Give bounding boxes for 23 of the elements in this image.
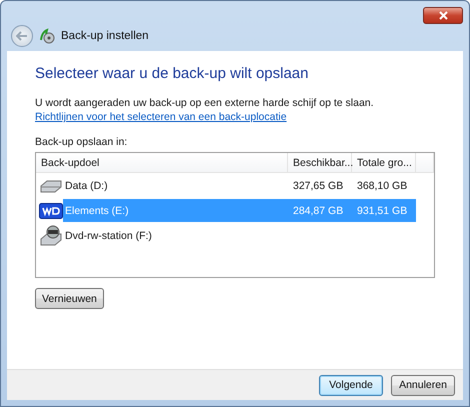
back-arrow-icon	[16, 31, 28, 41]
close-icon	[438, 11, 448, 20]
list-label: Back-up opslaan in:	[35, 136, 128, 148]
available-space: 327,65 GB	[292, 178, 344, 194]
available-space: 284,87 GB	[288, 199, 352, 222]
drive-name[interactable]: Dvd-rw-station (F:)	[63, 224, 288, 247]
cancel-button[interactable]: Annuleren	[391, 374, 455, 396]
column-header[interactable]: Back-updoel	[36, 153, 288, 172]
column-header[interactable]: Beschikbar...	[288, 153, 352, 172]
drive-name[interactable]: Data (D:)	[63, 174, 288, 197]
window-title: Back-up instellen	[61, 30, 149, 42]
drive-logo-icon	[39, 202, 63, 218]
column-header[interactable]: Totale gro...	[352, 153, 416, 172]
guidelines-link[interactable]: Richtlijnen voor het selecteren van een back-uplocatie	[35, 111, 287, 123]
total-size: 368,10 GB	[356, 178, 408, 194]
dvd-drive-icon	[39, 224, 63, 248]
intro-text: U wordt aangeraden uw back-up op een externe harde schijf op te slaan. Richtlijnen voor het selecteren van een back-uplocatie	[35, 96, 375, 124]
refresh-button[interactable]: Vernieuwen	[35, 288, 104, 309]
page-heading: Selecteer waar u de back-up wilt opslaan	[35, 65, 310, 82]
close-button[interactable]	[423, 7, 463, 24]
backup-icon	[39, 28, 55, 44]
next-button[interactable]: Volgende	[319, 374, 383, 396]
total-size: 931,51 GB	[352, 199, 416, 222]
